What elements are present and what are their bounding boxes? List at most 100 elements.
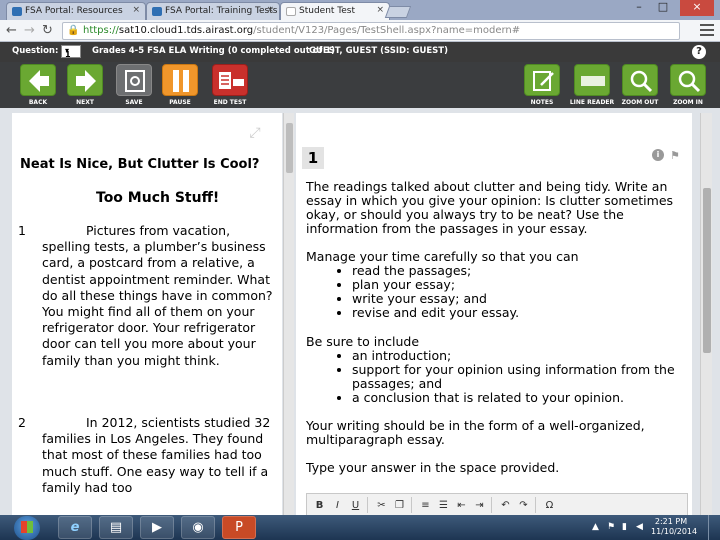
line-reader-button[interactable] [574,64,610,96]
scroll-thumb[interactable] [703,188,711,353]
show-desktop-button[interactable] [708,515,720,540]
scroll-thumb[interactable] [286,123,293,173]
tab-student-test[interactable]: Student Test × [280,2,390,20]
form-instructions: Your writing should be in the form of a … [306,418,645,447]
cut-icon[interactable]: ✂ [375,499,388,512]
divider [367,497,368,513]
include-intro: Be sure to include [306,334,420,349]
paragraph-number: 2 [18,415,26,430]
list-item: read the passages; [352,264,686,278]
indent-icon[interactable]: ⇥ [473,499,486,512]
type-instructions: Type your answer in the space provided. [306,460,560,475]
close-tab-icon[interactable]: × [132,5,140,15]
copy-icon[interactable]: ❐ [393,499,406,512]
undo-icon[interactable]: ↶ [499,499,512,512]
url-scheme: https:// [83,25,119,36]
passage-scrollbar[interactable] [283,113,294,515]
right-arrow-icon [76,70,96,92]
tab-fsa-resources[interactable]: FSA Portal: Resources × [6,2,146,20]
question-number: 1 [302,147,324,169]
notes-button[interactable] [524,64,560,96]
forward-arrow-icon[interactable]: → [24,23,35,38]
pause-label: PAUSE [169,99,191,106]
maximize-icon[interactable]: □ [652,0,674,16]
test-app-window: FSA Portal: Resources × FSA Portal: Trai… [0,0,720,540]
zoom-out-icon [630,70,653,93]
clock-time: 2:21 PM [654,517,688,526]
passage-title: Neat Is Nice, But Clutter Is Cool? [20,157,260,172]
action-center-flag-icon[interactable]: ⚑ [607,522,615,532]
tab-label: FSA Portal: Resources [25,6,123,16]
show-hidden-icons-icon[interactable]: ▲ [592,522,599,532]
list-item: support for your opinion using informati… [352,363,686,391]
outdent-icon[interactable]: ⇤ [455,499,468,512]
close-window-icon[interactable]: × [680,0,714,16]
back-button[interactable] [20,64,56,96]
list-item: a conclusion that is related to your opi… [352,391,686,405]
address-bar: ← → ↻ 🔒 https://sat10.cloud1.tds.airast.… [0,20,720,42]
reload-icon[interactable]: ↻ [42,23,53,38]
divider [491,497,492,513]
end-test-button[interactable] [212,64,248,96]
save-label: SAVE [125,99,143,106]
question-scrollbar[interactable] [700,113,712,515]
system-clock[interactable]: 2:21 PM 11/10/2014 [651,517,697,537]
underline-icon[interactable]: U [349,499,362,512]
fsa-favicon-icon [152,7,162,16]
close-tab-icon[interactable]: × [266,5,274,15]
bold-icon[interactable]: B [313,499,326,512]
volume-icon[interactable]: ◀ [636,522,643,532]
help-button[interactable]: ? [692,45,706,59]
notes-label: NOTES [530,99,554,106]
zoom-in-icon [678,70,701,93]
safe-icon [125,70,145,92]
tab-fsa-training[interactable]: FSA Portal: Training Tests × [146,2,280,20]
flag-icon[interactable]: ⚑ [670,149,682,162]
line-reader-label: LINE READER [569,99,615,106]
list-item: an introduction; [352,349,686,363]
special-characters-icon[interactable]: Ω [543,499,556,512]
include-block: Be sure to include an introduction; supp… [306,335,686,405]
divider [535,497,536,513]
zoom-out-button[interactable] [622,64,658,96]
page-favicon-icon [286,7,296,16]
back-arrow-icon[interactable]: ← [6,23,17,38]
list-item: plan your essay; [352,278,686,292]
numbered-list-icon[interactable]: ≡ [419,499,432,512]
left-arrow-icon [29,70,49,92]
next-button[interactable] [67,64,103,96]
italic-icon[interactable]: I [331,499,344,512]
windows-media-player-icon[interactable]: ▶ [140,516,174,539]
lock-icon: 🔒 [67,25,80,36]
bulleted-list-icon[interactable]: ☰ [437,499,450,512]
chrome-icon[interactable]: ◉ [181,516,215,539]
passage-paragraph: 2 In 2012, scientists studied 32 familie… [18,415,280,496]
line-reader-icon [581,76,605,86]
question-select-value: 1 [65,50,71,59]
close-tab-icon[interactable]: × [376,5,384,15]
zoom-in-button[interactable] [670,64,706,96]
manage-intro: Manage your time carefully so that you c… [306,249,579,264]
paragraph-text: In 2012, scientists studied 32 families … [42,415,271,495]
internet-explorer-icon[interactable]: e [58,516,92,539]
include-list: an introduction; support for your opinio… [352,349,686,405]
divider [411,497,412,513]
pause-button[interactable] [162,64,198,96]
question-pane: 1 i ⚑ The readings talked about clutter … [296,113,692,515]
expand-icon[interactable]: ⤢ [244,125,266,143]
save-button[interactable] [116,64,152,96]
start-button[interactable] [14,516,40,540]
browser-menu-icon[interactable] [700,24,714,36]
url-field[interactable]: 🔒 https://sat10.cloud1.tds.airast.org/st… [62,22,680,40]
new-tab-button[interactable] [384,6,412,18]
student-name: GUEST, GUEST (SSID: GUEST) [309,46,448,56]
minimize-icon[interactable]: – [628,0,650,16]
powerpoint-icon[interactable]: P [222,516,256,539]
list-item: revise and edit your essay. [352,306,686,320]
file-explorer-icon[interactable]: ▤ [99,516,133,539]
network-icon[interactable]: ▮ [622,522,627,532]
context-menu-icon[interactable]: i [652,149,664,161]
question-label: Question: [12,46,59,56]
redo-icon[interactable]: ↷ [517,499,530,512]
question-select[interactable]: 1 ▾ [61,45,81,59]
